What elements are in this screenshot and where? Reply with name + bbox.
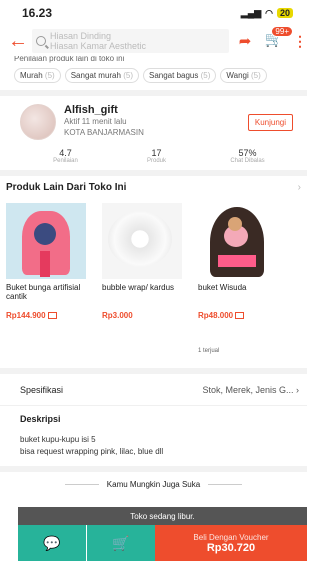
chevron-right-icon[interactable]: › [298, 182, 301, 193]
chat-button[interactable]: 💬 [18, 525, 86, 561]
cart-plus-icon: 🛒 [112, 534, 130, 551]
wifi-icon: ◠ [265, 7, 273, 18]
product-name: Buket bunga artifisial cantik [6, 283, 81, 301]
buy-with-voucher-button[interactable]: Beli Dengan Voucher Rp30.720 [155, 525, 307, 561]
status-time: 16.23 [22, 6, 53, 20]
more-options-icon[interactable]: ⋮ [293, 33, 307, 50]
status-bar: 16.23 ▂▄▆ ◠ 20 [0, 0, 307, 26]
specification-row[interactable]: Spesifikasi Stok, Merek, Jenis G... › [0, 374, 307, 406]
review-chip[interactable]: Wangi (5) [220, 68, 267, 83]
divider [0, 466, 307, 472]
spec-value: Stok, Merek, Jenis G... › [202, 384, 299, 395]
product-price: Rp144.900 [6, 311, 94, 320]
product-name: bubble wrap/ kardus [102, 283, 175, 292]
buy-label: Beli Dengan Voucher [193, 532, 269, 542]
product-image [102, 203, 182, 279]
product-card[interactable]: buket Wisuda Rp48.000 1 terjual [198, 203, 286, 354]
signal-icon: ▂▄▆ [240, 7, 262, 18]
product-price: Rp3.000 [102, 311, 133, 320]
shop-stats: 4.7 Penilaian 17 Produk 57% Chat Dibalas [20, 148, 293, 164]
add-to-cart-button[interactable]: 🛒 [87, 525, 155, 561]
shop-name[interactable]: Alfish_gift [64, 104, 240, 116]
visit-shop-button[interactable]: Kunjungi [247, 114, 293, 131]
description-line: bisa request wrapping pink, lilac, blue … [20, 447, 164, 456]
other-products-title: Produk Lain Dari Toko Ini [6, 182, 127, 193]
product-card[interactable]: Buket bunga artifisial cantik Rp144.900 [6, 203, 94, 354]
spec-label: Spesifikasi [20, 384, 64, 395]
chevron-right-icon: › [296, 384, 299, 395]
description-title: Deskripsi [20, 414, 61, 424]
product-name: buket Wisuda [198, 283, 247, 292]
search-icon [36, 36, 46, 46]
review-chips: Murah (5) Sangat murah (5) Sangat bagus … [14, 68, 293, 83]
stat-products: 17 Produk [146, 148, 166, 164]
shop-active-status: Aktif 11 menit lalu [64, 117, 127, 126]
search-placeholder: Hiasan Dinding Hiasan Kamar Aesthetic [50, 31, 147, 51]
top-navigation-bar: ← Hiasan Dinding Hiasan Kamar Aesthetic … [0, 26, 307, 56]
product-price: Rp48.000 [198, 311, 286, 320]
shop-card: Alfish_gift Aktif 11 menit lalu KOTA BAN… [0, 96, 307, 170]
review-chip[interactable]: Sangat bagus (5) [142, 68, 217, 83]
review-section-title: Penilaian produk lain di toko ini [14, 56, 125, 63]
toast-message: Toko sedang libur. [18, 507, 307, 525]
status-icons: ▂▄▆ ◠ 20 [241, 8, 293, 19]
suggestions-title: Kamu Mungkin Juga Suka [0, 480, 307, 489]
cart-button[interactable]: 🛒 99+ [261, 26, 293, 52]
review-chip[interactable]: Murah (5) [14, 68, 61, 83]
review-chip[interactable]: Sangat murah (5) [64, 68, 139, 83]
video-badge-icon [235, 312, 245, 320]
stat-chat-reply: 57% Chat Dibalas [230, 148, 265, 164]
bottom-action-bar: 💬 🛒 Beli Dengan Voucher Rp30.720 [18, 525, 307, 561]
product-sold-count: 1 terjual [198, 348, 220, 354]
video-badge-icon [47, 312, 57, 320]
battery-indicator: 20 [276, 8, 293, 18]
back-arrow-icon[interactable]: ← [8, 31, 28, 51]
search-input[interactable]: Hiasan Dinding Hiasan Kamar Aesthetic [32, 29, 229, 53]
review-tags-section: Penilaian produk lain di toko ini Murah … [0, 56, 307, 90]
product-image [198, 203, 278, 279]
cart-badge: 99+ [271, 26, 293, 37]
description-section: Deskripsi buket kupu-kupu isi 5 bisa req… [0, 406, 307, 466]
stat-rating: 4.7 Penilaian [53, 148, 78, 164]
product-carousel: Buket bunga artifisial cantik Rp144.900 … [6, 203, 307, 354]
product-image [6, 203, 86, 279]
chat-icon: 💬 [43, 534, 61, 551]
share-icon[interactable]: ➦ [235, 32, 255, 50]
shop-avatar[interactable] [20, 104, 56, 140]
buy-price: Rp30.720 [206, 541, 256, 554]
shop-city: KOTA BANJARMASIN [64, 128, 144, 137]
other-products-section: Produk Lain Dari Toko Ini › Buket bunga … [0, 176, 307, 354]
description-line: buket kupu-kupu isi 5 [20, 435, 96, 444]
product-card[interactable]: bubble wrap/ kardus Rp3.000 [102, 203, 190, 354]
